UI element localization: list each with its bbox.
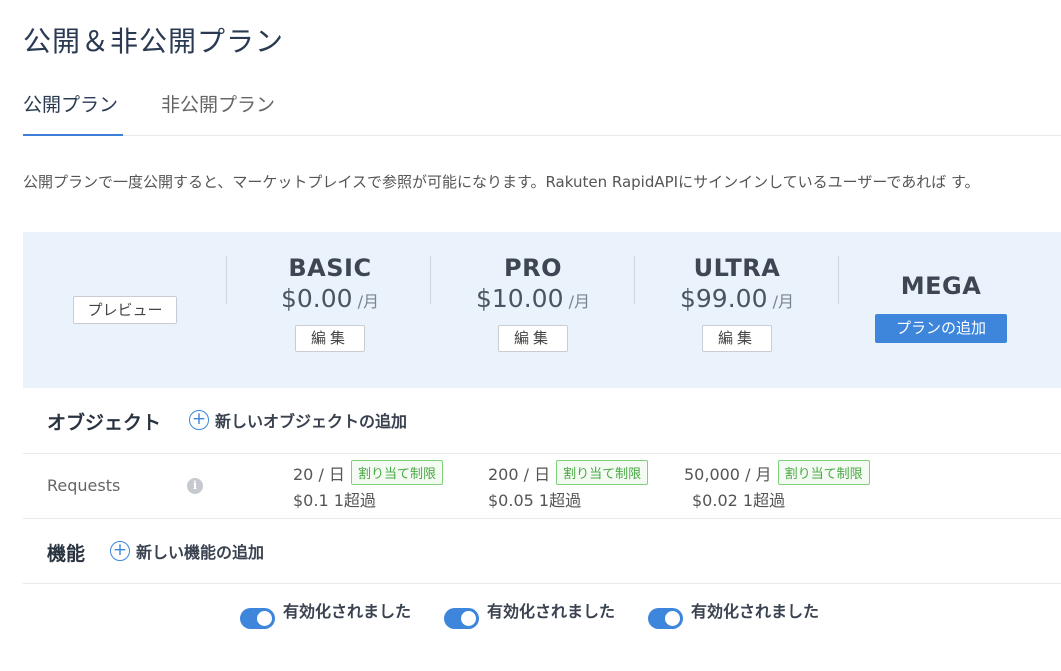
tab-public-plans[interactable]: 公開プラン xyxy=(23,90,123,136)
plan-tabs: 公開プラン 非公開プラン xyxy=(23,90,1061,136)
plan-price: $99.00 /月 xyxy=(637,284,837,313)
quota-limit-badge: 割り当て制限 xyxy=(350,460,443,485)
preview-button[interactable]: プレビュー xyxy=(73,296,177,324)
toggle-label: 有効化されました xyxy=(691,602,820,621)
plan-price: $10.00 /月 xyxy=(433,284,633,313)
info-icon[interactable]: i xyxy=(187,478,203,494)
column-divider xyxy=(634,256,635,304)
edit-ultra-button[interactable]: 編集 xyxy=(702,325,772,352)
add-object-link[interactable]: + 新しいオブジェクトの追加 xyxy=(189,408,407,432)
objects-title: オブジェクト xyxy=(47,412,162,434)
price-amount: $0.00 xyxy=(280,284,353,313)
quota-limit: 20 / 日 xyxy=(293,464,345,484)
toggle-knob xyxy=(257,611,272,626)
toggle-knob xyxy=(665,611,680,626)
enable-toggle[interactable] xyxy=(240,608,275,629)
price-unit: /月 xyxy=(357,292,380,311)
toggle-ultra: 有効化されました xyxy=(648,598,819,629)
add-feature-label: 新しい機能の追加 xyxy=(136,543,265,562)
plan-basic: BASIC $0.00 /月 編集 xyxy=(230,254,430,352)
plan-price: $0.00 /月 xyxy=(230,284,430,313)
objects-section: オブジェクト + 新しいオブジェクトの追加 xyxy=(23,388,1061,454)
quota-basic: 20 / 日 割り当て制限 $0.1 1超過 xyxy=(293,460,443,511)
quota-limit: 200 / 日 xyxy=(488,464,551,484)
plan-name: BASIC xyxy=(288,254,372,282)
features-section: 機能 + 新しい機能の追加 xyxy=(23,519,1061,584)
plan-ultra: ULTRA $99.00 /月 編集 xyxy=(637,254,837,352)
quota-limit-badge: 割り当て制限 xyxy=(556,460,649,485)
quota-overage: $0.1 1超過 xyxy=(293,491,376,510)
quota-ultra: 50,000 / 月 割り当て制限 $0.02 1超過 xyxy=(684,460,870,511)
enable-toggle[interactable] xyxy=(444,608,479,629)
column-divider xyxy=(838,256,839,304)
tab-private-plans[interactable]: 非公開プラン xyxy=(161,90,291,136)
plan-name: PRO xyxy=(504,254,562,282)
quota-limit-badge: 割り当て制限 xyxy=(777,460,870,485)
plan-name: MEGA xyxy=(900,272,982,300)
toggle-label: 有効化されました xyxy=(487,602,616,621)
feature-toggles-row: 有効化されました 有効化されました 有効化されました xyxy=(23,598,1061,638)
plus-circle-icon: + xyxy=(110,541,130,561)
price-unit: /月 xyxy=(772,292,794,311)
add-object-label: 新しいオブジェクトの追加 xyxy=(215,412,408,431)
add-feature-link[interactable]: + 新しい機能の追加 xyxy=(110,539,264,563)
toggle-basic: 有効化されました xyxy=(240,598,411,629)
plan-mega: MEGA プランの追加 xyxy=(841,272,1041,343)
toggle-knob xyxy=(461,611,476,626)
price-amount: $10.00 xyxy=(476,284,564,313)
requests-label: Requests xyxy=(47,476,121,495)
edit-basic-button[interactable]: 編集 xyxy=(295,325,365,352)
quota-pro: 200 / 日 割り当て制限 $0.05 1超過 xyxy=(488,460,649,511)
quota-limit: 50,000 / 月 xyxy=(684,464,772,484)
toggle-pro: 有効化されました xyxy=(444,598,615,629)
plan-name: ULTRA xyxy=(693,254,781,282)
plans-description: 公開プランで一度公開すると、マーケットプレイスで参照が可能になります。Rakut… xyxy=(23,173,980,191)
column-divider xyxy=(226,256,227,304)
edit-pro-button[interactable]: 編集 xyxy=(498,325,568,352)
features-title: 機能 xyxy=(47,543,86,565)
column-divider xyxy=(430,256,431,304)
quota-overage: $0.02 1超過 xyxy=(692,491,786,510)
enable-toggle[interactable] xyxy=(648,608,683,629)
add-plan-button[interactable]: プランの追加 xyxy=(875,314,1007,343)
page-title: 公開＆非公開プラン xyxy=(23,25,285,58)
price-amount: $99.00 xyxy=(680,284,768,313)
quota-overage: $0.05 1超過 xyxy=(488,491,582,510)
requests-row: Requests i 20 / 日 割り当て制限 $0.1 1超過 200 / … xyxy=(23,454,1061,519)
plan-pro: PRO $10.00 /月 編集 xyxy=(433,254,633,352)
price-unit: /月 xyxy=(568,292,590,311)
toggle-label: 有効化されました xyxy=(283,602,412,621)
plans-header: プレビュー BASIC $0.00 /月 編集 PRO $10.00 /月 編集… xyxy=(23,232,1061,388)
plus-circle-icon: + xyxy=(189,410,209,430)
